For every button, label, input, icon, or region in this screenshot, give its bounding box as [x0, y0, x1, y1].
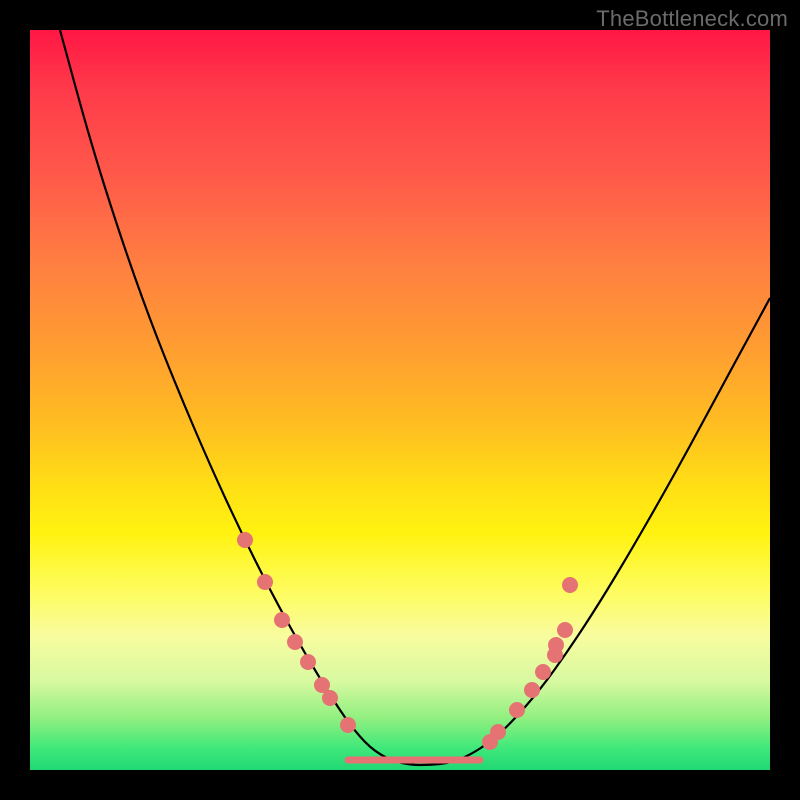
watermark-text: TheBottleneck.com	[596, 6, 788, 32]
marker-dot	[237, 532, 253, 548]
marker-dot	[274, 612, 290, 628]
marker-dot	[524, 682, 540, 698]
marker-dot	[257, 574, 273, 590]
marker-dot	[287, 634, 303, 650]
marker-group	[237, 532, 578, 760]
marker-dot	[535, 664, 551, 680]
marker-dot	[562, 577, 578, 593]
marker-dot	[557, 622, 573, 638]
marker-dot	[322, 690, 338, 706]
marker-dot	[490, 724, 506, 740]
marker-dot	[340, 717, 356, 733]
marker-dot	[300, 654, 316, 670]
curve-svg	[30, 30, 770, 770]
bottleneck-curve	[60, 30, 770, 765]
marker-dot	[548, 637, 564, 653]
chart-frame: TheBottleneck.com	[0, 0, 800, 800]
plot-area	[30, 30, 770, 770]
marker-dot	[509, 702, 525, 718]
